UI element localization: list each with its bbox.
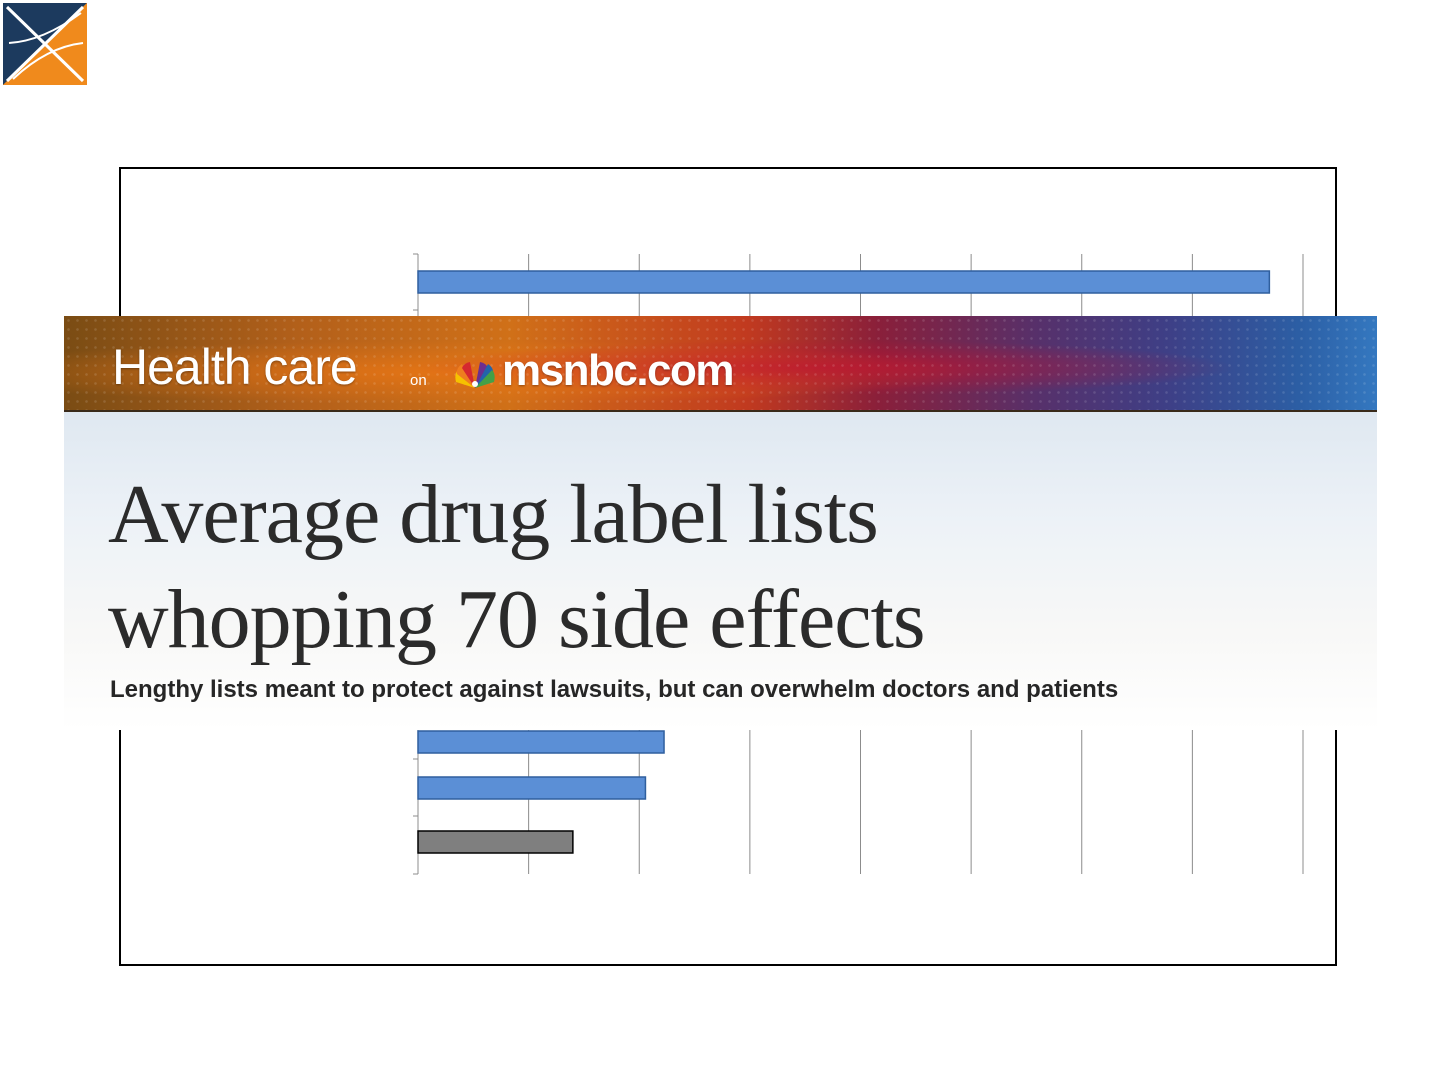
peacock-icon <box>455 362 495 388</box>
subheadline: Lengthy lists meant to protect against l… <box>110 676 1119 703</box>
bar <box>417 730 665 754</box>
on-label: on <box>410 372 427 389</box>
x-cross-logo-icon <box>3 3 87 85</box>
bar <box>417 830 574 854</box>
headline-line-1: Average drug label lists <box>108 468 879 561</box>
bar <box>417 776 647 800</box>
news-banner: Health care on msnbc.com Average drug la… <box>64 316 1377 730</box>
bar <box>417 270 1271 294</box>
section-title: Health care <box>112 339 358 395</box>
headline-line-2: whopping 70 side effects <box>108 573 926 666</box>
site-name: msnbc.com <box>502 346 735 395</box>
